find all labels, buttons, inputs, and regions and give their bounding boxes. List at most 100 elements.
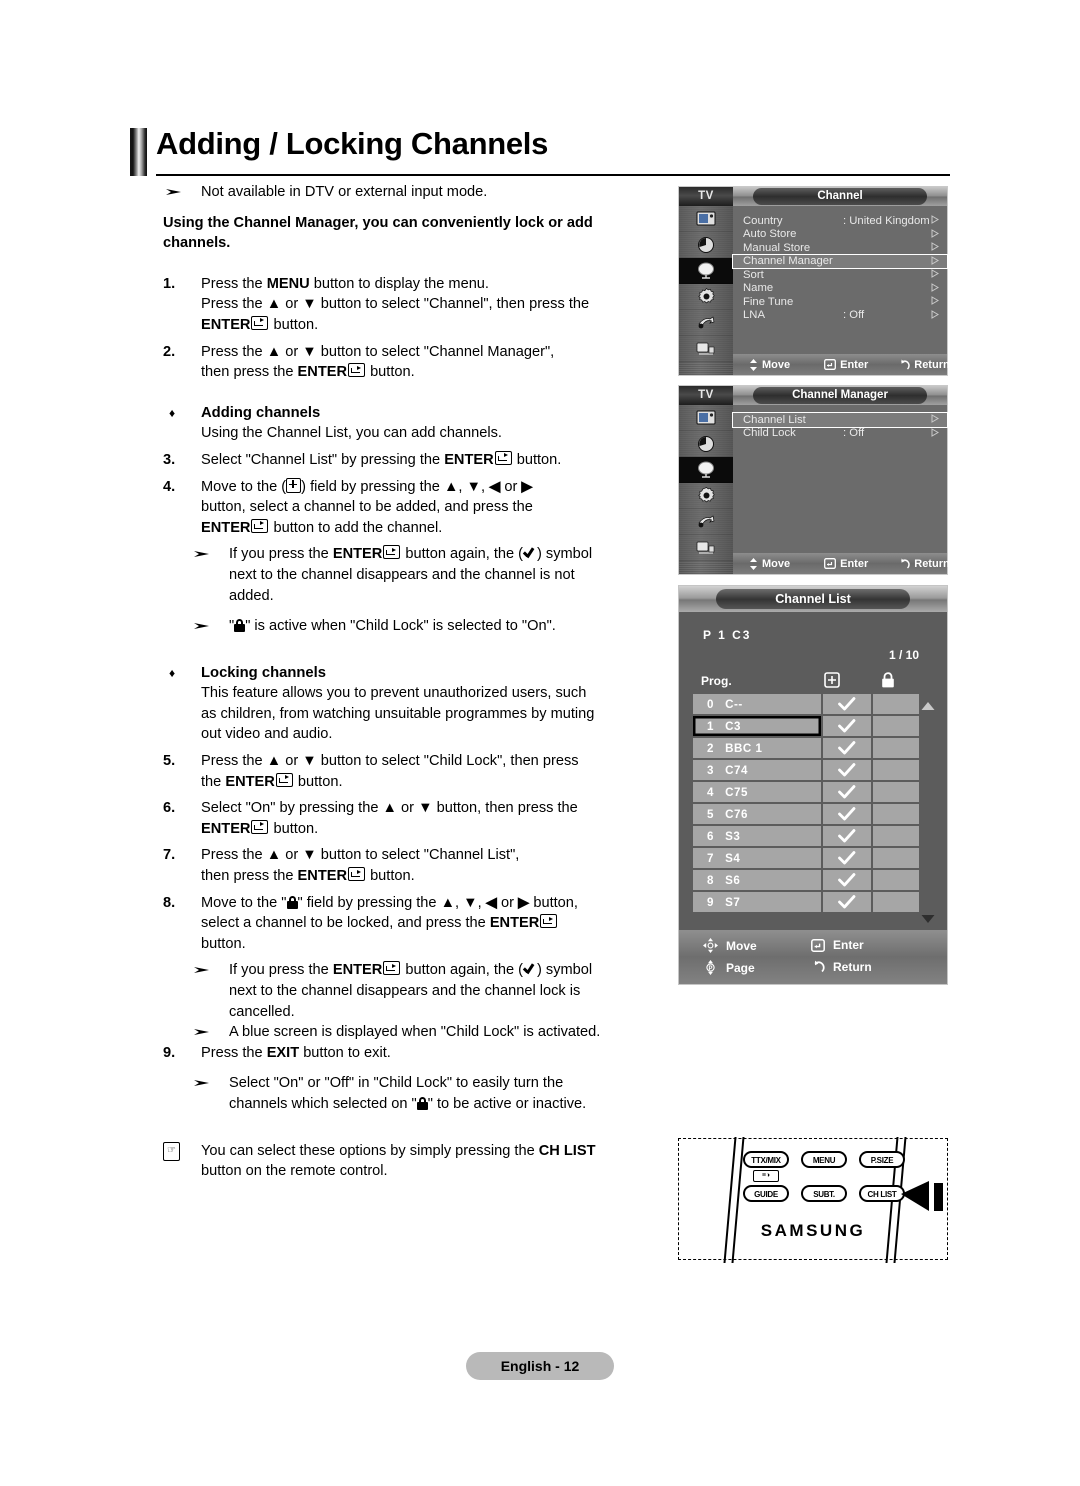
step-9: 9. Press the EXIT button to exit.: [163, 1044, 391, 1061]
table-row[interactable]: 4 C75: [693, 782, 919, 802]
lock-cell[interactable]: [873, 804, 919, 824]
lock-cell[interactable]: [873, 738, 919, 758]
osd-device-label: TV: [679, 187, 733, 206]
remote-button-subt[interactable]: SUBT.: [801, 1185, 847, 1202]
remote-button-ttxmix[interactable]: TTX/MIX: [743, 1151, 789, 1168]
remote-button-subpage[interactable]: ≡◑: [753, 1170, 779, 1182]
arrow-bullet-icon: [193, 545, 215, 566]
arrow-bullet-icon: [193, 617, 215, 638]
intro-lead: Using the Channel Manager, you can conve…: [163, 214, 593, 252]
lock-cell[interactable]: [873, 694, 919, 714]
footer-enter[interactable]: Enter: [824, 359, 868, 371]
menu-item[interactable]: LNA : Off: [733, 309, 947, 323]
osd-icon-strip: [679, 206, 733, 362]
footer-return[interactable]: Return: [898, 359, 950, 371]
table-row[interactable]: 8 S6: [693, 870, 919, 890]
menu-item[interactable]: Child Lock : Off: [733, 427, 947, 441]
setup-icon[interactable]: [679, 483, 733, 509]
osd-device-label: TV: [679, 386, 733, 405]
page-number-badge: English - 12: [466, 1352, 614, 1380]
lock-cell[interactable]: [873, 782, 919, 802]
menu-item[interactable]: Auto Store: [733, 228, 947, 242]
lock-cell[interactable]: [873, 826, 919, 846]
table-row[interactable]: 9 S7: [693, 892, 919, 912]
table-row[interactable]: 6 S3: [693, 826, 919, 846]
pc-setup-icon[interactable]: [679, 535, 733, 561]
footer-return[interactable]: Return: [898, 558, 950, 570]
channel-icon[interactable]: [679, 258, 733, 284]
scroll-up-arrow[interactable]: [921, 698, 935, 716]
add-cell[interactable]: [823, 804, 871, 824]
add-field-icon: [286, 477, 302, 493]
scroll-down-arrow[interactable]: [921, 910, 935, 928]
lock-cell[interactable]: [873, 760, 919, 780]
title-rule: [156, 174, 950, 176]
setup-icon[interactable]: [679, 284, 733, 310]
menu-item[interactable]: Fine Tune: [733, 295, 947, 309]
table-row[interactable]: 0 C--: [693, 694, 919, 714]
manual-page: Adding / Locking Channels Not available …: [0, 0, 1080, 1486]
picture-icon[interactable]: [679, 405, 733, 431]
remote-button-guide[interactable]: GUIDE: [743, 1185, 789, 1202]
table-row[interactable]: 5 C76: [693, 804, 919, 824]
add-cell[interactable]: [823, 826, 871, 846]
sound-icon[interactable]: [679, 232, 733, 258]
channel-icon[interactable]: [679, 457, 733, 483]
footer-move[interactable]: Move: [749, 358, 790, 371]
menu-item[interactable]: Manual Store: [733, 241, 947, 255]
add-cell[interactable]: [823, 716, 871, 736]
menu-item[interactable]: Country : United Kingdom: [733, 214, 947, 228]
instructions-column: Not available in DTV or external input m…: [163, 182, 671, 1182]
nav-move[interactable]: Move: [703, 938, 757, 953]
enter-key-icon: [383, 545, 401, 560]
chevron-right-icon: [931, 414, 939, 426]
lock-cell[interactable]: [873, 870, 919, 890]
add-cell[interactable]: [823, 870, 871, 890]
footer-move[interactable]: Move: [749, 557, 790, 570]
menu-item-selected[interactable]: Channel Manager: [732, 253, 948, 269]
osd-footer: Move Enter Return: [733, 553, 950, 574]
add-cell[interactable]: [823, 848, 871, 868]
table-row[interactable]: 3 C74: [693, 760, 919, 780]
lock-cell[interactable]: [873, 892, 919, 912]
table-row[interactable]: 2 BBC 1: [693, 738, 919, 758]
padlock-icon: [416, 1096, 428, 1110]
osd-menu-list: Channel List Child Lock : Off: [732, 412, 948, 441]
check-mark-icon: [838, 785, 856, 799]
lock-cell[interactable]: [873, 716, 919, 736]
input-icon[interactable]: [679, 310, 733, 336]
footer-enter[interactable]: Enter: [824, 558, 868, 570]
four-way-arrows-icon: [703, 938, 718, 953]
lock-cell[interactable]: [873, 848, 919, 868]
chevron-right-icon: [931, 242, 939, 254]
menu-item-selected[interactable]: Channel List: [732, 412, 948, 428]
check-mark-icon: [838, 873, 856, 887]
add-cell[interactable]: [823, 738, 871, 758]
add-cell[interactable]: [823, 760, 871, 780]
nav-page[interactable]: P Page: [703, 960, 755, 975]
sound-icon[interactable]: [679, 431, 733, 457]
add-cell[interactable]: [823, 892, 871, 912]
pc-setup-icon[interactable]: [679, 336, 733, 362]
lock-column-icon: [881, 672, 895, 693]
remote-button-psize[interactable]: P.SIZE: [859, 1151, 905, 1168]
remote-button-menu[interactable]: MENU: [801, 1151, 847, 1168]
page-title: Adding / Locking Channels: [156, 126, 549, 161]
check-mark-icon: [838, 719, 856, 733]
picture-icon[interactable]: [679, 206, 733, 232]
add-cell[interactable]: [823, 694, 871, 714]
return-arrow-icon: [901, 558, 910, 569]
step-5: 5. Press the ▲ or ▼ button to select "Ch…: [163, 753, 579, 790]
note-lock-active: " " is active when "Child Lock" is select…: [163, 616, 671, 637]
nav-return[interactable]: Return: [811, 960, 872, 974]
menu-item[interactable]: Name: [733, 282, 947, 296]
table-row-selected[interactable]: 1 C3: [693, 716, 919, 736]
input-icon[interactable]: [679, 509, 733, 535]
enter-key-icon: [251, 315, 269, 330]
table-row[interactable]: 7 S4: [693, 848, 919, 868]
remote-button-chlist[interactable]: CH LIST: [859, 1185, 905, 1202]
add-cell[interactable]: [823, 782, 871, 802]
nav-enter[interactable]: Enter: [811, 938, 864, 952]
step-1: 1. Press the MENU button to display the …: [163, 275, 590, 333]
menu-item[interactable]: Sort: [733, 268, 947, 282]
